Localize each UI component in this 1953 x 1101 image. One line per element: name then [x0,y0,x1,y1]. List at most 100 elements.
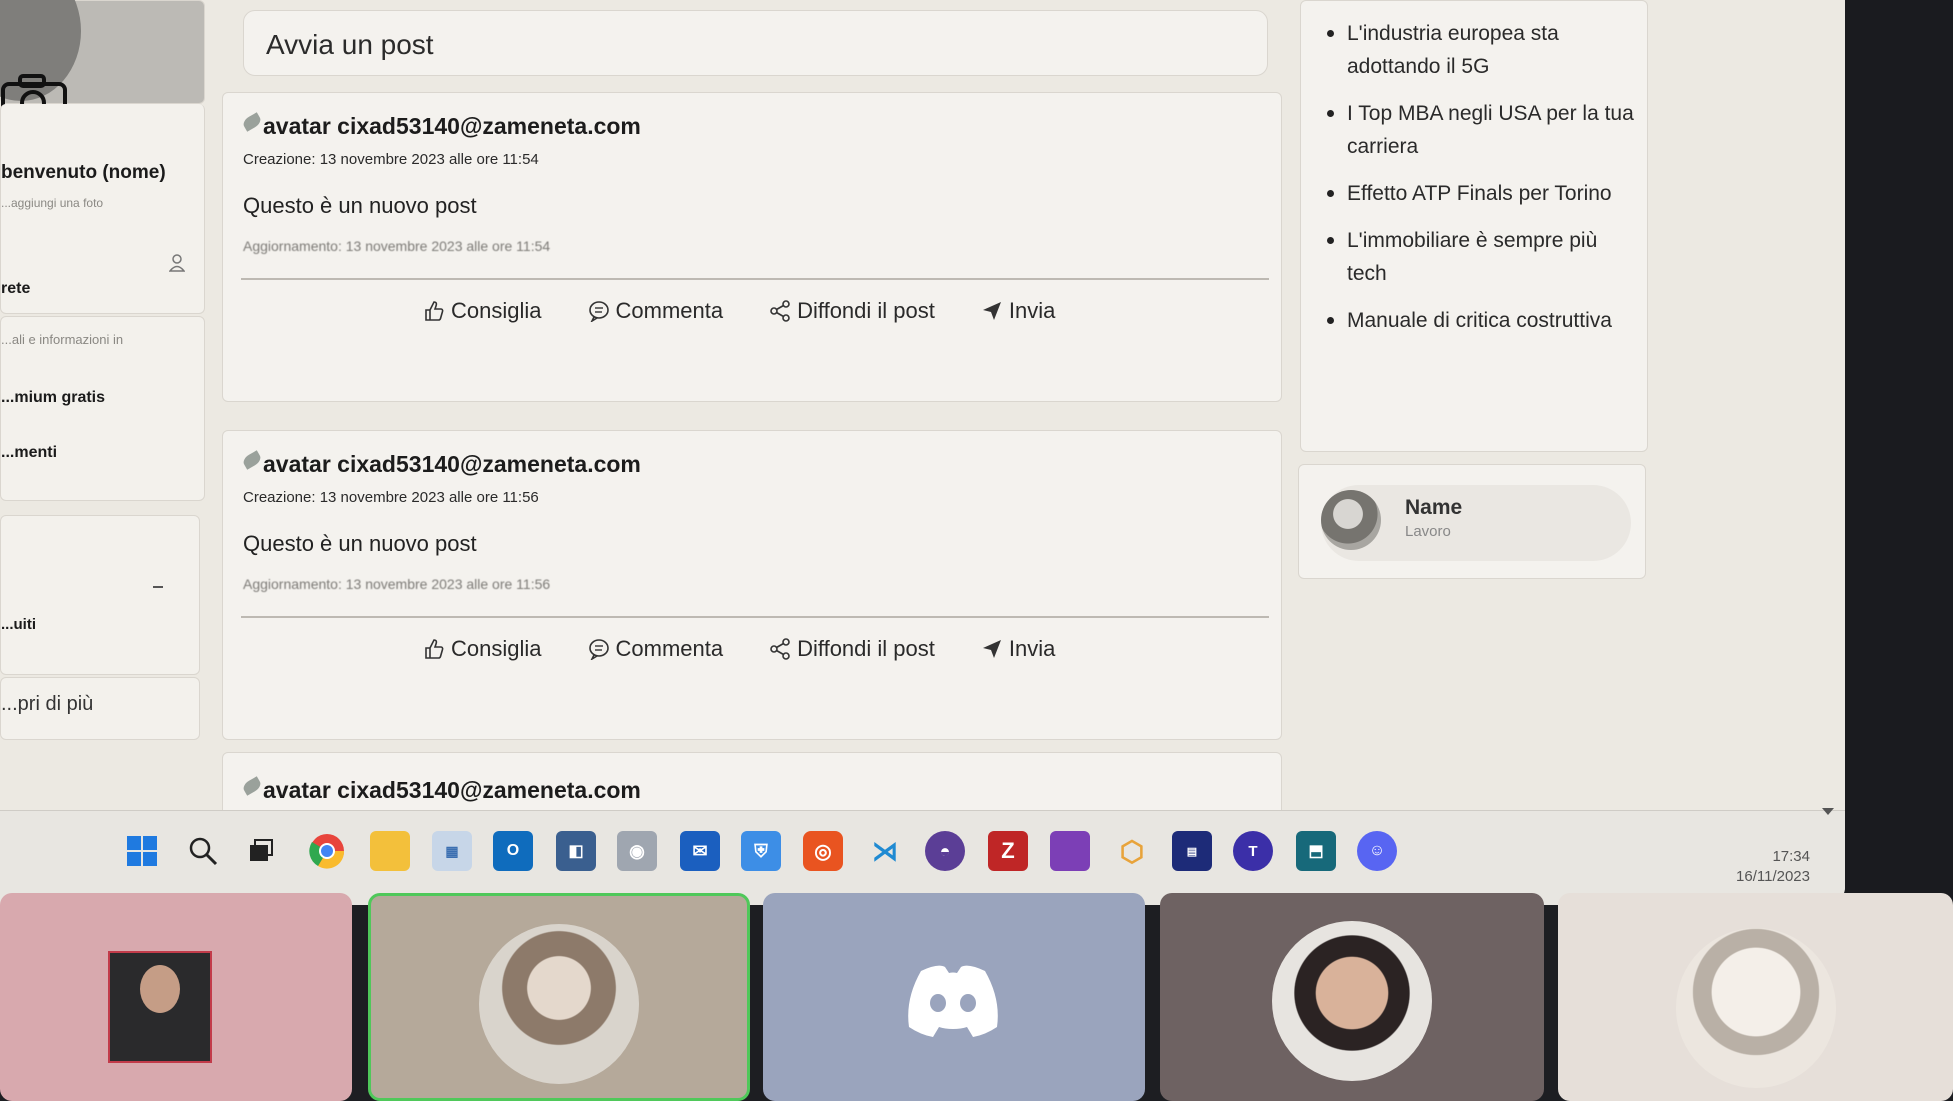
avatar-icon [241,450,263,470]
video-tile-participant-4[interactable] [1160,893,1544,1101]
news-item[interactable]: I Top MBA negli USA per la tua carriera [1327,97,1637,163]
collapse-icon[interactable] [153,586,163,588]
post-card: avatar cixad53140@zameneta.com Creazione… [222,430,1282,740]
clock-date: 16/11/2023 [1736,868,1810,885]
like-button[interactable]: Consiglia [423,298,542,324]
task-view-icon[interactable] [241,831,281,871]
news-item[interactable]: Effetto ATP Finals per Torino [1327,177,1637,210]
post-updated-date: Aggiornamento: 13 novembre 2023 alle ore… [243,576,551,592]
app-icon[interactable] [1050,831,1090,871]
start-post-box[interactable]: Avvia un post [243,10,1268,76]
windows-start-icon[interactable] [122,831,162,871]
post-author[interactable]: avatar cixad53140@zameneta.com [241,112,641,140]
share-label: Diffondi il post [797,636,935,661]
add-photo-link[interactable]: ...aggiungi una foto [1,196,103,210]
post-content: Questo è un nuovo post [243,531,477,556]
user-icon [169,254,185,272]
discord-icon[interactable]: ☺ [1357,831,1397,871]
send-button[interactable]: Invia [981,636,1055,662]
app-icon[interactable]: ◧ [556,831,596,871]
news-item[interactable]: L'industria europea sta adottando il 5G [1327,17,1637,83]
like-label: Consiglia [451,636,542,661]
post-actions: Consiglia Commenta Diffondi il post Invi… [423,636,1055,662]
clock-time: 17:34 [1772,848,1810,865]
comment-button[interactable]: Commenta [588,636,724,662]
video-tile-participant-5[interactable] [1558,893,1953,1101]
news-card: L'industria europea sta adottando il 5G … [1300,0,1648,452]
post-created-date: Creazione: 13 novembre 2023 alle ore 11:… [243,489,539,506]
video-tile-participant-2[interactable] [368,893,750,1101]
comment-icon [588,639,609,660]
share-button[interactable]: Diffondi il post [769,298,935,324]
post-card: avatar cixad53140@zameneta.com Creazione… [222,92,1282,402]
share-button[interactable]: Diffondi il post [769,636,935,662]
outlook-icon[interactable]: O [493,831,533,871]
suggestion-avatar [1321,490,1381,550]
suggestion-name: Name [1405,496,1463,519]
news-item[interactable]: Manuale di critica costruttiva [1327,304,1637,337]
premium-link[interactable]: ...mium gratis [1,389,105,407]
discover-card: ...pri di più [0,677,200,740]
participant-avatar [1676,928,1836,1088]
security-icon[interactable]: ⛨ [741,831,781,871]
post-content: Questo è un nuovo post [243,193,477,218]
ubuntu-icon[interactable]: ◎ [803,831,843,871]
like-label: Consiglia [451,298,542,323]
camera-icon[interactable]: ◉ [617,831,657,871]
comment-label: Commenta [615,636,724,661]
app-icon[interactable]: ▤ [1172,831,1212,871]
like-button[interactable]: Consiglia [423,636,542,662]
scroll-down-arrow-icon[interactable] [1822,808,1834,815]
monitor-bezel [1845,0,1953,905]
send-icon [982,640,1001,658]
app-icon[interactable]: ⬡ [1112,831,1152,871]
send-button[interactable]: Invia [981,298,1055,324]
github-icon[interactable]: ◓ [925,831,965,871]
share-icon [770,638,790,660]
comment-icon [588,301,609,322]
post-created-date: Creazione: 13 novembre 2023 alle ore 11:… [243,151,539,168]
author-text: avatar cixad53140@zameneta.com [263,113,641,139]
video-tile-participant-1[interactable] [0,893,352,1101]
vscode-icon[interactable]: ⋊ [865,831,905,871]
saved-link[interactable]: ...uiti [1,616,36,633]
network-link[interactable]: rete [1,280,30,298]
share-label: Diffondi il post [797,298,935,323]
send-label: Invia [1008,636,1056,661]
comment-button[interactable]: Commenta [588,298,724,324]
news-item[interactable]: L'immobiliare è sempre più tech [1327,224,1637,290]
browser-screen: benvenuto (nome) ...aggiungi una foto re… [0,0,1845,905]
filezilla-icon[interactable]: Z [988,831,1028,871]
windows-taskbar: ▦ O ◧ ◉ ✉ ⛨ ◎ ⋊ ◓ Z ⬡ ▤ T ⬒ ☺ 17:34 16/1… [0,810,1845,905]
suggestion-item[interactable]: Name Lavoro [1321,485,1631,561]
post-author[interactable]: avatar cixad53140@zameneta.com [241,776,641,804]
send-icon [982,302,1001,320]
post-actions: Consiglia Commenta Diffondi il post Invi… [423,298,1055,324]
avatar-icon [241,112,263,132]
file-explorer-icon[interactable] [370,831,410,871]
news-list: L'industria europea sta adottando il 5G … [1327,17,1637,351]
chrome-icon[interactable] [307,831,347,871]
system-clock[interactable]: 17:34 16/11/2023 [1720,847,1810,887]
discover-more-link[interactable]: ...pri di più [1,693,93,716]
photos-icon[interactable]: ▦ [432,831,472,871]
items-link[interactable]: ...menti [1,444,57,462]
participant-photo [108,951,212,1063]
post-author[interactable]: avatar cixad53140@zameneta.com [241,450,641,478]
author-text: avatar cixad53140@zameneta.com [263,451,641,477]
share-icon [770,300,790,322]
comment-label: Commenta [615,298,724,323]
premium-card: ...ali e informazioni in ...mium gratis … [0,316,205,501]
search-icon[interactable] [183,831,223,871]
video-tile-discord[interactable] [763,893,1145,1101]
teams-icon[interactable]: T [1233,831,1273,871]
suggestion-card: Name Lavoro [1298,464,1646,579]
participant-face [140,965,180,1013]
suggestion-role: Lavoro [1405,523,1451,540]
app-icon[interactable]: ⬒ [1296,831,1336,871]
participant-avatar [479,924,639,1084]
saved-card: ...uiti [0,515,200,675]
send-label: Invia [1008,298,1056,323]
mail-icon[interactable]: ✉ [680,831,720,871]
participant-avatar [1272,921,1432,1081]
